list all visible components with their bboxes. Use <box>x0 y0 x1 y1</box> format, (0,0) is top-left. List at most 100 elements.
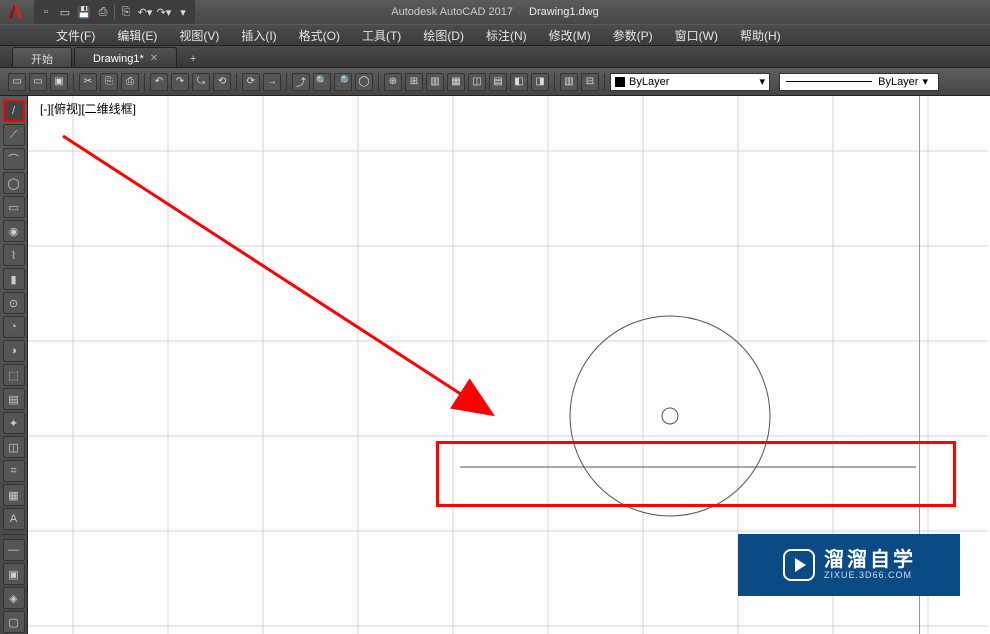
tool-circle-icon[interactable]: ⌇ <box>3 244 25 266</box>
qat-redo-icon[interactable]: ↷▾ <box>156 4 172 20</box>
tab-start[interactable]: 开始 <box>12 47 72 67</box>
tb-zoomw-icon[interactable]: 🔎 <box>334 73 352 91</box>
tb-print-icon[interactable]: ✂ <box>79 73 97 91</box>
tool-m1-icon[interactable]: — <box>3 539 25 561</box>
qat-new-icon[interactable]: ▫ <box>38 4 54 20</box>
tb-match-icon[interactable]: ⟲ <box>213 73 231 91</box>
menu-param[interactable]: 参数(P) <box>603 25 663 46</box>
tb-17-icon[interactable]: ⊞ <box>405 73 423 91</box>
tool-polygon-icon[interactable]: ◯ <box>3 172 25 194</box>
doc-title: Drawing1.dwg <box>529 6 599 18</box>
qat-plot-icon[interactable]: ⎘ <box>118 4 134 20</box>
tool-line-icon[interactable]: / <box>3 100 25 122</box>
drawing-canvas[interactable]: [-][俯视][二维线框] 溜溜自学 ZIXUE.3D66.COM <box>28 96 990 634</box>
tool-m3-icon[interactable]: ◈ <box>3 587 25 609</box>
tool-hatch-icon[interactable]: ◫ <box>3 436 25 458</box>
tab-drawing[interactable]: Drawing1* ✕ <box>74 47 177 67</box>
tab-add-button[interactable]: + <box>185 51 201 67</box>
tb-new-icon[interactable]: ▭ <box>8 73 26 91</box>
main-toolbar: ▭ ▭ ▣ ✂ ⎘ ⎙ ↶ ↷ ⤿ ⟲ ⟳ → ⤴ 🔍 🔎 ◯ ⊕ ⊞ ▥ ▦ … <box>0 68 990 96</box>
tb-sep <box>73 73 74 91</box>
quick-access-toolbar: ▫ ▭ 💾 ⎙ ⎘ ↶▾ ↷▾ ▾ <box>34 0 195 24</box>
menu-tools[interactable]: 工具(T) <box>352 25 411 46</box>
chevron-down-icon: ▾ <box>918 75 932 88</box>
close-icon[interactable]: ✕ <box>150 53 158 64</box>
tool-region-icon[interactable]: ▦ <box>3 484 25 506</box>
tb-open-icon[interactable]: ▭ <box>29 73 47 91</box>
linetype-select[interactable]: ByLayer ▾ <box>779 73 939 91</box>
tool-xline-icon[interactable]: ⟋ <box>3 124 25 146</box>
tb-24-icon[interactable]: ▥ <box>560 73 578 91</box>
viewport-label[interactable]: [-][俯视][二维线框] <box>40 100 136 117</box>
autocad-a-icon <box>5 2 25 22</box>
layer-color-select[interactable]: ByLayer ▾ <box>610 73 770 91</box>
tool-polyline-icon[interactable]: ⌒ <box>3 148 25 170</box>
drawn-inner-circle[interactable] <box>662 408 678 424</box>
tool-spline-icon[interactable]: ⊙ <box>3 292 25 314</box>
menu-window[interactable]: 窗口(W) <box>665 25 728 46</box>
qat-saveas-icon[interactable]: ⎙ <box>95 4 111 20</box>
tb-cut-icon[interactable]: ↶ <box>150 73 168 91</box>
tool-revcloud-icon[interactable]: ▮ <box>3 268 25 290</box>
menu-modify[interactable]: 修改(M) <box>539 25 601 46</box>
menu-bar: 文件(F) 编辑(E) 视图(V) 插入(I) 格式(O) 工具(T) 绘图(D… <box>0 24 990 46</box>
tool-insert-icon[interactable]: ⬚ <box>3 364 25 386</box>
annotation-highlight-rect <box>436 441 956 507</box>
app-logo[interactable] <box>0 0 30 24</box>
menu-dim[interactable]: 标注(N) <box>476 25 537 46</box>
tool-rect-icon[interactable]: ▭ <box>3 196 25 218</box>
tb-22-icon[interactable]: ◧ <box>510 73 528 91</box>
tb-redo-icon[interactable]: → <box>263 73 281 91</box>
tb-paste-icon[interactable]: ⤿ <box>192 73 210 91</box>
tb-save-icon[interactable]: ▣ <box>50 73 68 91</box>
menu-format[interactable]: 格式(O) <box>289 25 350 46</box>
menu-insert[interactable]: 插入(I) <box>231 25 286 46</box>
app-title: Autodesk AutoCAD 2017 <box>391 6 513 18</box>
tb-19-icon[interactable]: ▦ <box>447 73 465 91</box>
tb-16-icon[interactable]: ⊕ <box>384 73 402 91</box>
qat-save-icon[interactable]: 💾 <box>76 4 92 20</box>
tool-text-icon[interactable]: A <box>3 508 25 530</box>
tool-ellipse-icon[interactable]: ◔ <box>3 316 25 338</box>
tab-drawing-label: Drawing1* <box>93 53 144 65</box>
plus-icon: + <box>190 53 196 65</box>
workspace: / ⟋ ⌒ ◯ ▭ ◉ ⌇ ▮ ⊙ ◔ ◑ ⬚ ▤ ✦ ◫ ⌗ ▦ A — ▣ … <box>0 96 990 634</box>
draw-toolbar: / ⟋ ⌒ ◯ ▭ ◉ ⌇ ▮ ⊙ ◔ ◑ ⬚ ▤ ✦ ◫ ⌗ ▦ A — ▣ … <box>0 96 28 634</box>
doc-tab-bar: 开始 Drawing1* ✕ + <box>0 46 990 68</box>
menu-view[interactable]: 视图(V) <box>169 25 229 46</box>
qat-dropdown-icon[interactable]: ▾ <box>175 4 191 20</box>
tool-block-icon[interactable]: ▤ <box>3 388 25 410</box>
tool-arc-icon[interactable]: ◉ <box>3 220 25 242</box>
menu-edit[interactable]: 编辑(E) <box>107 25 167 46</box>
annotation-arrow <box>63 136 490 413</box>
tb-undo-icon[interactable]: ⟳ <box>242 73 260 91</box>
menu-file[interactable]: 文件(F) <box>46 25 105 46</box>
qat-sep <box>114 5 115 19</box>
tool-ellipsearc-icon[interactable]: ◑ <box>3 340 25 362</box>
qat-open-icon[interactable]: ▭ <box>57 4 73 20</box>
tool-gradient-icon[interactable]: ⌗ <box>3 460 25 482</box>
tb-18-icon[interactable]: ▥ <box>426 73 444 91</box>
tb-25-icon[interactable]: ⊟ <box>581 73 599 91</box>
tb-zoomext-icon[interactable]: ◯ <box>355 73 373 91</box>
menu-help[interactable]: 帮助(H) <box>730 25 791 46</box>
linetype-preview-icon <box>786 81 872 82</box>
tool-m2-icon[interactable]: ▣ <box>3 563 25 585</box>
tool-point-icon[interactable]: ✦ <box>3 412 25 434</box>
layer-current: ByLayer <box>629 76 669 88</box>
tool-m4-icon[interactable]: ▢ <box>3 611 25 633</box>
tb-pan-icon[interactable]: ⤴ <box>292 73 310 91</box>
tb-zoom-icon[interactable]: 🔍 <box>313 73 331 91</box>
side-sep <box>2 534 25 535</box>
layer-swatch-icon <box>615 77 625 87</box>
tb-plot-icon[interactable]: ⎙ <box>121 73 139 91</box>
title-center: Autodesk AutoCAD 2017 Drawing1.dwg <box>391 6 598 18</box>
tb-preview-icon[interactable]: ⎘ <box>100 73 118 91</box>
tb-copy-icon[interactable]: ↷ <box>171 73 189 91</box>
tb-21-icon[interactable]: ▤ <box>489 73 507 91</box>
linetype-current: ByLayer <box>878 76 918 88</box>
tb-23-icon[interactable]: ◨ <box>531 73 549 91</box>
qat-undo-icon[interactable]: ↶▾ <box>137 4 153 20</box>
tb-20-icon[interactable]: ◫ <box>468 73 486 91</box>
menu-draw[interactable]: 绘图(D) <box>413 25 474 46</box>
